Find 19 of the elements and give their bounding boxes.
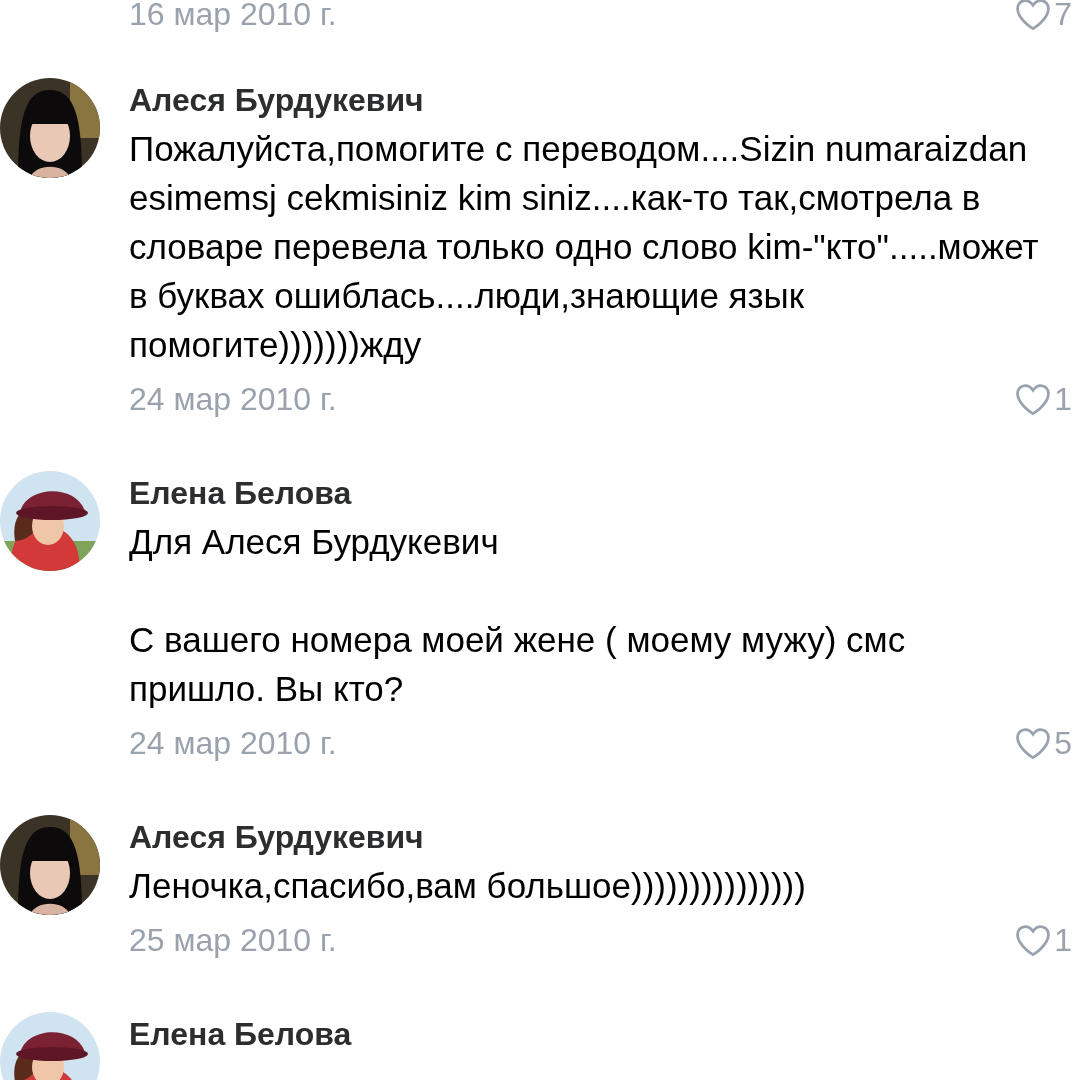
comment-text: Пожалуйста,помогите с переводом....Sizin numaraizdan esimemsj cekmisiniz kim siniz....как-то так,смотрела в словаре перевела только одно слово kim-"кто".....может в буквах ошиблась....люди,знающие язык помогите)))))))жду — [129, 128, 1040, 366]
like-count: 1 — [1054, 921, 1072, 959]
heart-icon[interactable] — [1014, 923, 1053, 957]
heart-icon[interactable] — [1014, 726, 1053, 760]
comment-date: 25 мар 2010 г. — [129, 921, 337, 959]
heart-icon[interactable] — [1014, 0, 1053, 31]
comment-text: Леночка,спасибо,вам большое))))))))))))))) — [129, 865, 807, 907]
comment-text: Для Алеся Бурдукевич С вашего номера моей жене ( моему мужу) смс пришло. Вы кто? — [129, 521, 907, 710]
like-count: 7 — [1054, 0, 1072, 33]
author-name[interactable]: Елена Белова — [129, 1010, 1072, 1058]
author-name[interactable]: Алеся Бурдукевич — [129, 76, 1072, 124]
like-count: 5 — [1054, 724, 1072, 762]
heart-icon[interactable] — [1014, 382, 1053, 416]
comment-date: 24 мар 2010 г. — [129, 724, 337, 762]
author-name[interactable]: Алеся Бурдукевич — [129, 813, 1072, 861]
author-name[interactable]: Елена Белова — [129, 469, 1072, 517]
comment-date: 24 мар 2010 г. — [129, 380, 337, 418]
like-count: 1 — [1054, 380, 1072, 418]
comment-date: 16 мар 2010 г. — [129, 0, 337, 33]
